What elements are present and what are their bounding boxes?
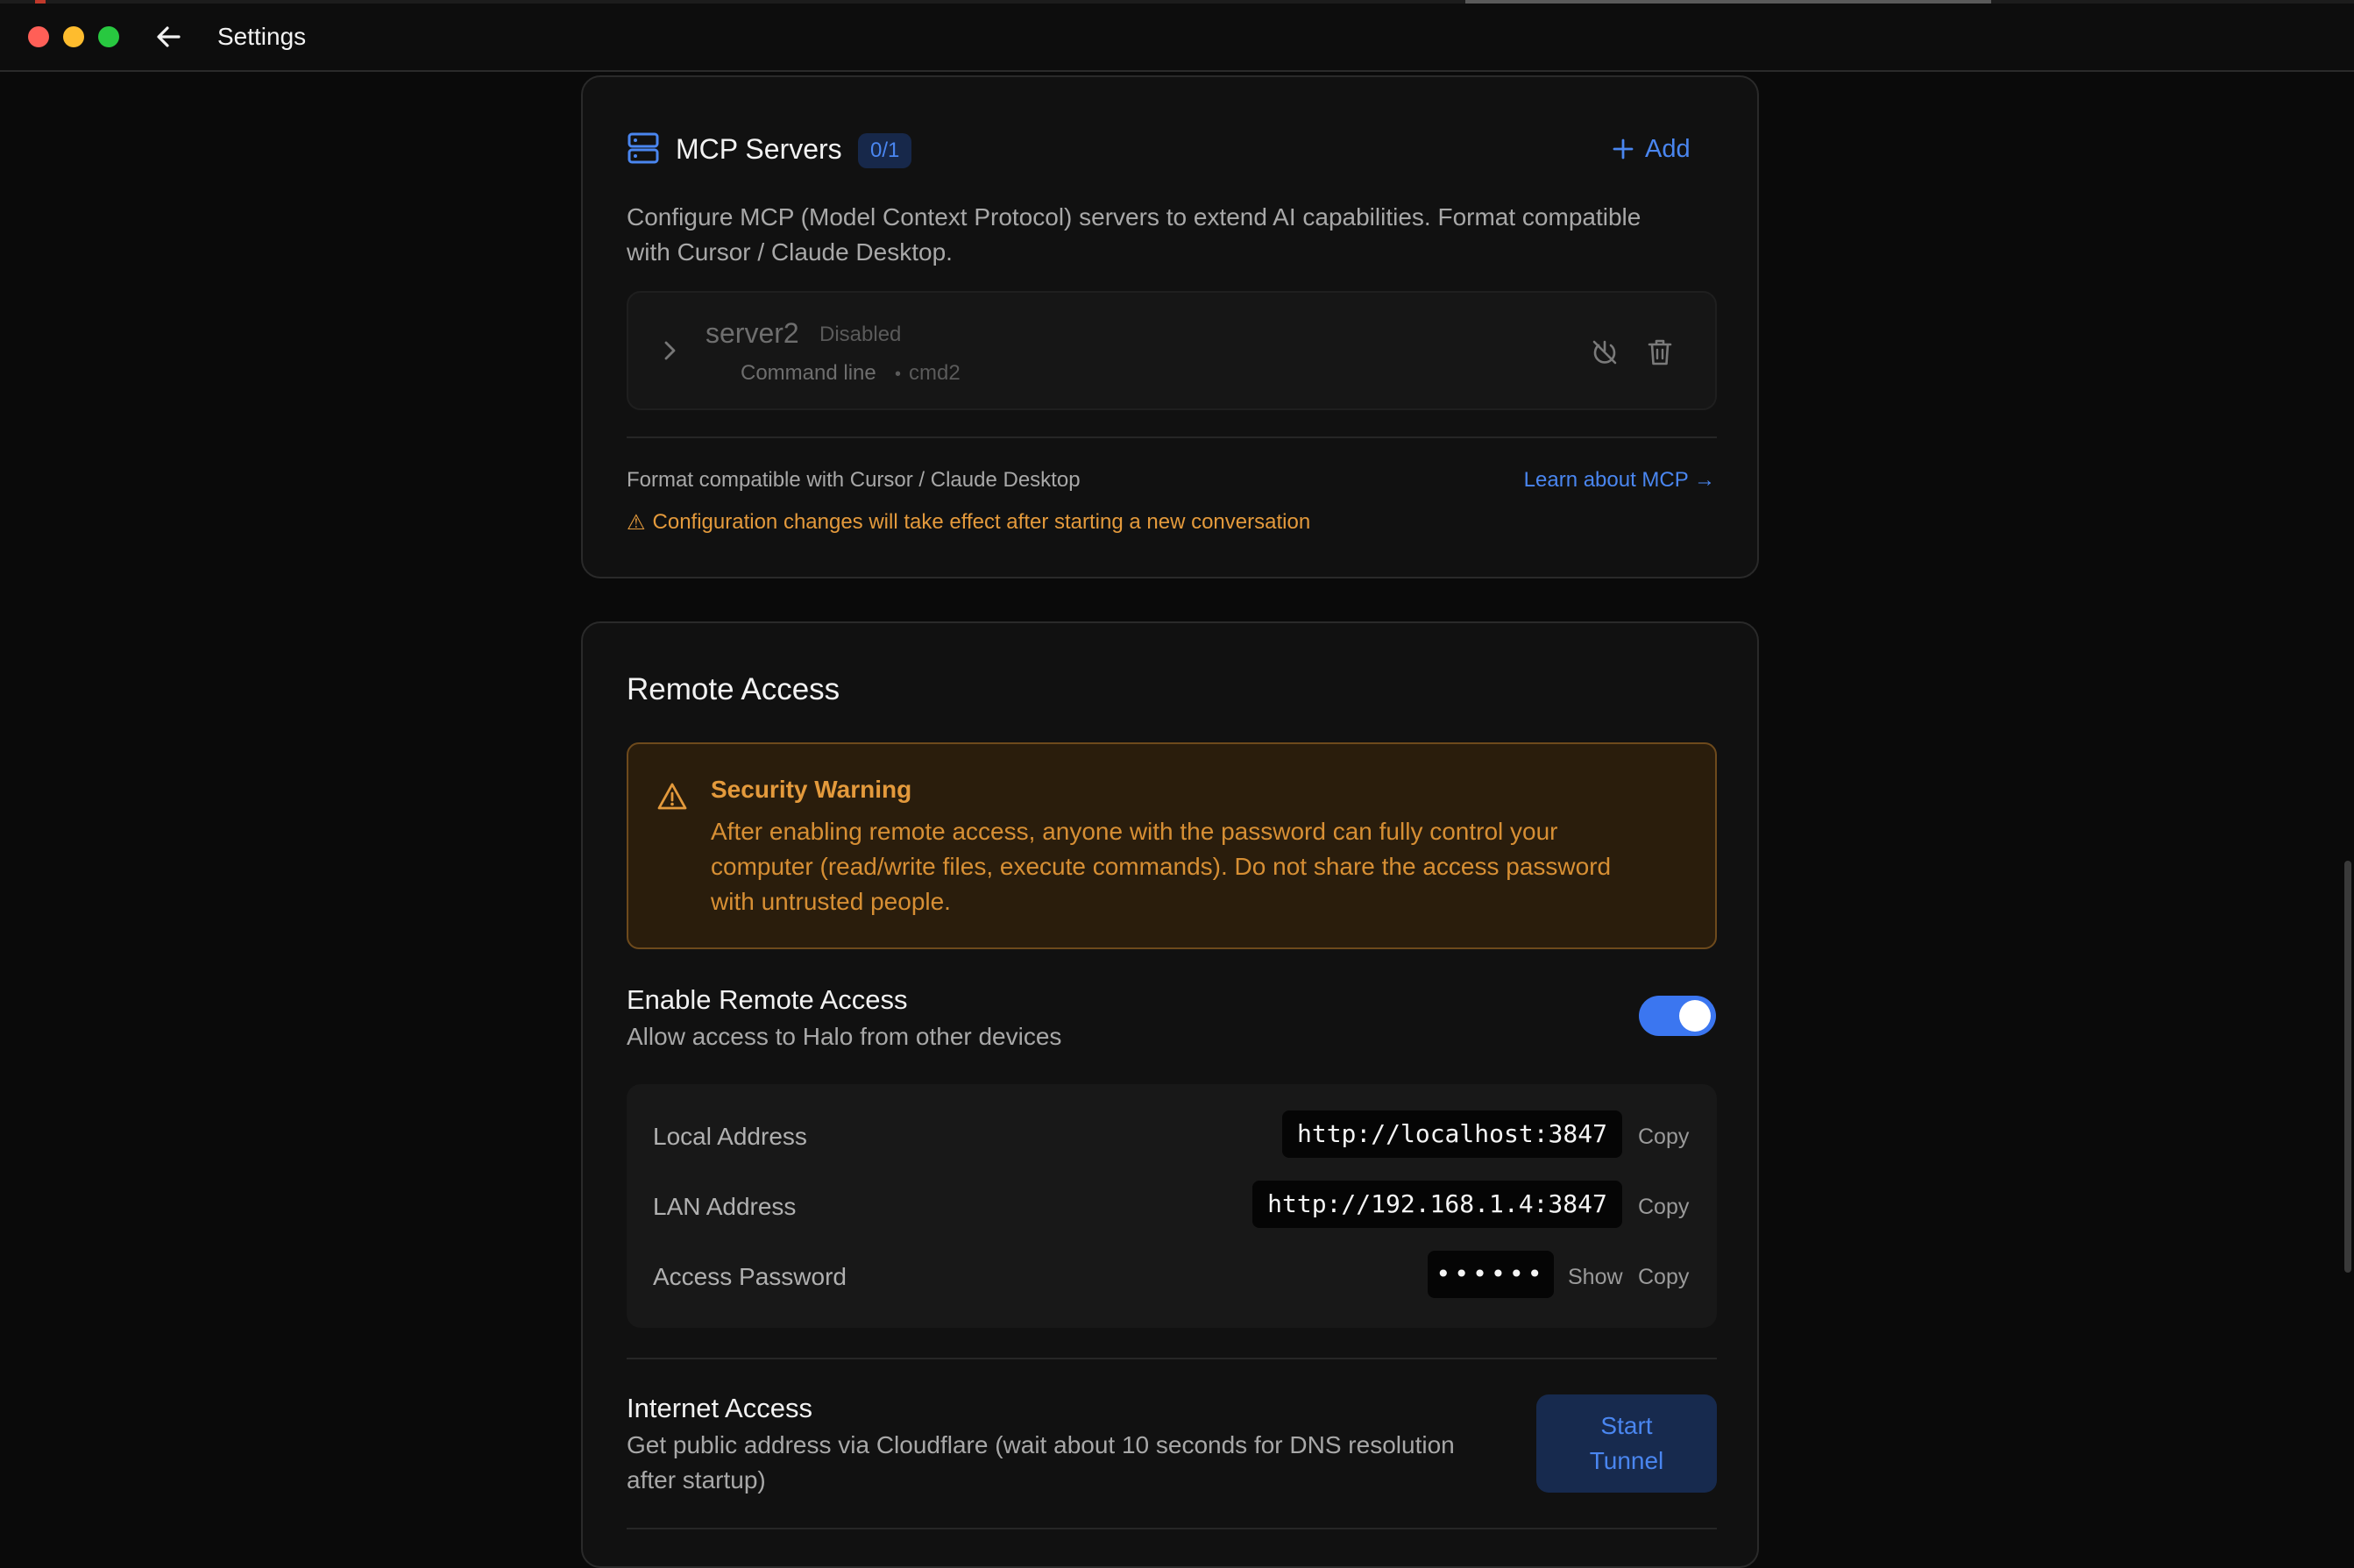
mcp-description: Configure MCP (Model Context Protocol) s… bbox=[627, 200, 1722, 270]
button-label: Start bbox=[1600, 1412, 1653, 1439]
server-icon bbox=[627, 131, 660, 165]
remote-access-card: Remote Access Security Warning After ena… bbox=[581, 621, 1759, 1568]
description-line: after startup) bbox=[627, 1466, 766, 1494]
internet-access-description: Get public address via Cloudflare (wait … bbox=[627, 1428, 1503, 1498]
divider bbox=[627, 436, 1717, 438]
trash-icon[interactable] bbox=[1645, 337, 1675, 368]
server-count-badge: 0/1 bbox=[858, 133, 912, 168]
warning-line: computer (read/write files, execute comm… bbox=[711, 853, 1612, 880]
tab-indicator bbox=[1465, 0, 1991, 4]
learn-mcp-link[interactable]: Learn about MCP → bbox=[1524, 468, 1715, 493]
description-line: Get public address via Cloudflare (wait … bbox=[627, 1431, 1455, 1458]
security-warning-text: After enabling remote access, anyone wit… bbox=[711, 814, 1692, 919]
start-tunnel-button[interactable]: Start Tunnel bbox=[1536, 1394, 1717, 1493]
config-warning: ⚠ Configuration changes will take effect… bbox=[627, 510, 1310, 536]
enable-remote-toggle[interactable] bbox=[1639, 996, 1716, 1036]
title-bar: Settings bbox=[0, 0, 2354, 72]
section-title: MCP Servers bbox=[676, 133, 842, 165]
section-title: Remote Access bbox=[627, 672, 840, 706]
server-type: Command line bbox=[741, 361, 876, 385]
window-title: Settings bbox=[217, 23, 307, 50]
format-note: Format compatible with Cursor / Claude D… bbox=[627, 468, 1081, 492]
chevron-right-icon[interactable] bbox=[660, 338, 679, 367]
warning-line: After enabling remote access, anyone wit… bbox=[711, 818, 1558, 845]
security-warning-box: Security Warning After enabling remote a… bbox=[627, 742, 1717, 949]
access-password-label: Access Password bbox=[653, 1263, 847, 1290]
plus-icon bbox=[1613, 138, 1634, 160]
tab-strip bbox=[0, 0, 2354, 4]
warning-triangle-icon bbox=[656, 781, 688, 812]
copy-password-button[interactable]: Copy bbox=[1638, 1265, 1689, 1290]
description-line: with Cursor / Claude Desktop. bbox=[627, 238, 953, 266]
address-panel: Local Address http://localhost:3847 Copy… bbox=[627, 1084, 1717, 1328]
add-server-button[interactable]: Add bbox=[1612, 130, 1691, 168]
power-off-icon[interactable] bbox=[1589, 337, 1620, 368]
minimize-window-button[interactable] bbox=[63, 26, 84, 47]
warning-line: with untrusted people. bbox=[711, 888, 951, 915]
description-line: Configure MCP (Model Context Protocol) s… bbox=[627, 203, 1641, 231]
server-command: cmd2 bbox=[909, 361, 961, 385]
close-window-button[interactable] bbox=[28, 26, 49, 47]
add-label: Add bbox=[1645, 134, 1691, 163]
copy-local-button[interactable]: Copy bbox=[1638, 1125, 1689, 1150]
back-arrow-icon[interactable] bbox=[152, 21, 184, 53]
internet-access-title: Internet Access bbox=[627, 1393, 812, 1423]
enable-remote-subtitle: Allow access to Halo from other devices bbox=[627, 1023, 1062, 1050]
toggle-knob bbox=[1679, 1000, 1711, 1032]
separator-dot: • bbox=[895, 365, 902, 384]
scrollbar-thumb[interactable] bbox=[2344, 861, 2351, 1273]
divider bbox=[627, 1358, 1717, 1359]
scrollbar[interactable] bbox=[2342, 72, 2354, 1537]
show-password-button[interactable]: Show bbox=[1568, 1265, 1623, 1290]
mcp-servers-card: MCP Servers 0/1 Add Configure MCP (Model… bbox=[581, 75, 1759, 578]
server-status: Disabled bbox=[819, 323, 902, 346]
divider bbox=[627, 1528, 1717, 1529]
config-warning-text: Configuration changes will take effect a… bbox=[652, 510, 1311, 534]
warning-icon: ⚠ bbox=[627, 511, 646, 535]
maximize-window-button[interactable] bbox=[98, 26, 119, 47]
enable-remote-title: Enable Remote Access bbox=[627, 984, 908, 1015]
button-label: Tunnel bbox=[1589, 1447, 1664, 1474]
copy-lan-button[interactable]: Copy bbox=[1638, 1195, 1689, 1220]
tab-indicator bbox=[35, 0, 46, 4]
local-address-label: Local Address bbox=[653, 1123, 807, 1150]
server-row[interactable]: server2 Disabled Command line • cmd2 bbox=[627, 291, 1717, 410]
server-name: server2 bbox=[705, 317, 799, 349]
local-address-value[interactable]: http://localhost:3847 bbox=[1282, 1110, 1622, 1158]
access-password-value[interactable]: •••••• bbox=[1428, 1251, 1554, 1298]
lan-address-value[interactable]: http://192.168.1.4:3847 bbox=[1252, 1181, 1622, 1228]
lan-address-label: LAN Address bbox=[653, 1193, 797, 1220]
security-warning-title: Security Warning bbox=[711, 776, 912, 803]
